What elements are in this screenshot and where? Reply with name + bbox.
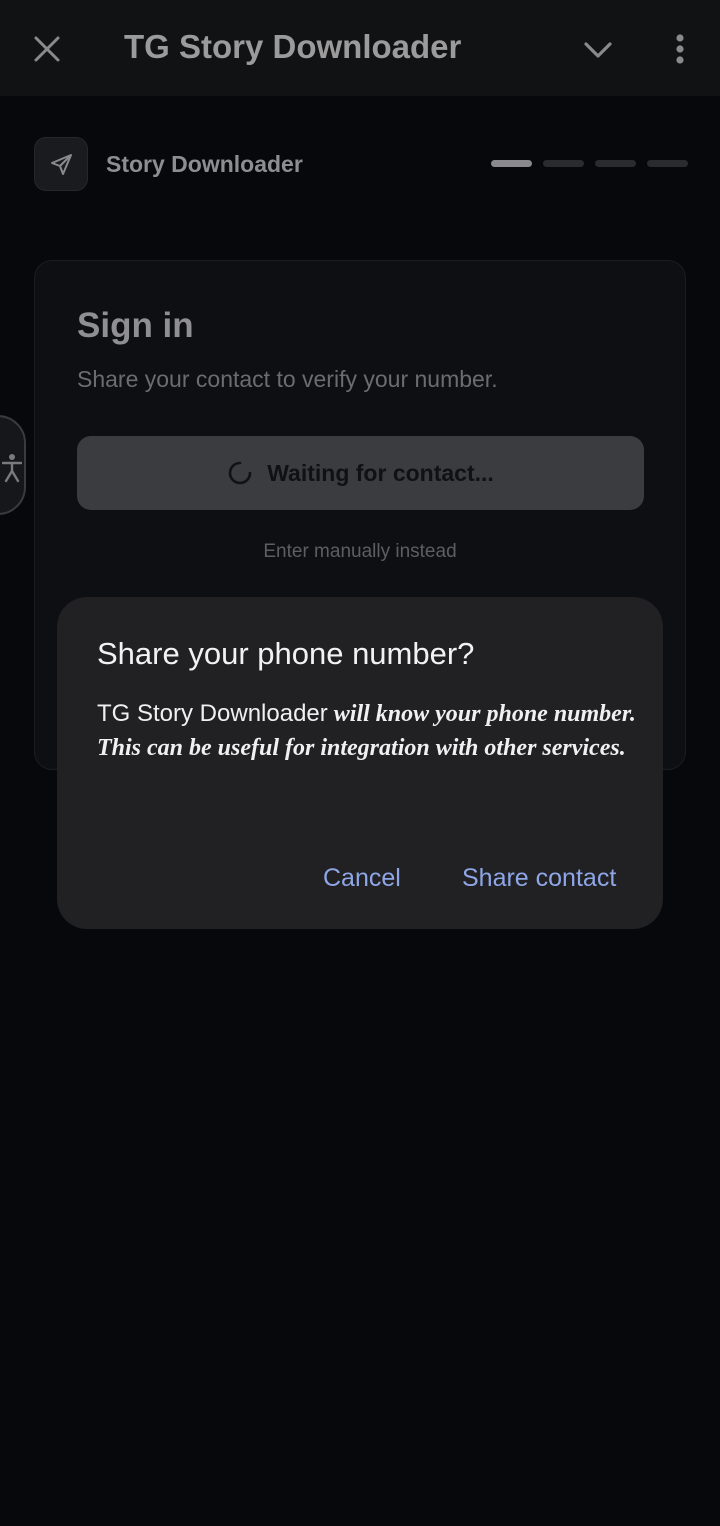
send-arrow-icon	[51, 154, 72, 175]
screen: TG Story Downloader Story Downloader Sig	[0, 0, 720, 1526]
cancel-button[interactable]: Cancel	[323, 863, 401, 893]
accessibility-button[interactable]	[0, 415, 26, 515]
window-title: TG Story Downloader	[124, 28, 462, 65]
step-indicator	[543, 160, 584, 167]
page-title: Sign in	[77, 306, 194, 345]
step-indicator	[595, 160, 636, 167]
accessibility-icon	[2, 454, 22, 483]
chevron-down-icon	[584, 42, 612, 58]
share-phone-dialog: Share your phone number? TG Story Downlo…	[57, 597, 663, 929]
more-options-button[interactable]	[660, 28, 700, 72]
app-name: Story Downloader	[106, 151, 303, 177]
step-indicator-active	[491, 160, 532, 167]
step-progress	[491, 160, 688, 167]
collapse-button[interactable]	[576, 28, 620, 72]
dialog-app-name: TG Story Downloader	[97, 700, 328, 727]
spinner-icon	[228, 461, 252, 485]
top-bar: TG Story Downloader	[0, 0, 720, 96]
waiting-for-contact-button[interactable]: Waiting for contact...	[77, 436, 644, 510]
app-logo	[34, 137, 88, 191]
waiting-label: Waiting for contact...	[267, 459, 494, 486]
more-vertical-icon	[676, 34, 684, 64]
close-button[interactable]	[24, 26, 70, 72]
close-icon	[34, 36, 60, 62]
dialog-message: TG Story Downloader will know your phone…	[97, 697, 637, 765]
enter-manually-link[interactable]: Enter manually instead	[35, 540, 685, 564]
page-subtitle: Share your contact to verify your number…	[77, 366, 498, 392]
dialog-title: Share your phone number?	[97, 636, 475, 671]
share-contact-button[interactable]: Share contact	[462, 863, 616, 893]
step-indicator	[647, 160, 688, 167]
